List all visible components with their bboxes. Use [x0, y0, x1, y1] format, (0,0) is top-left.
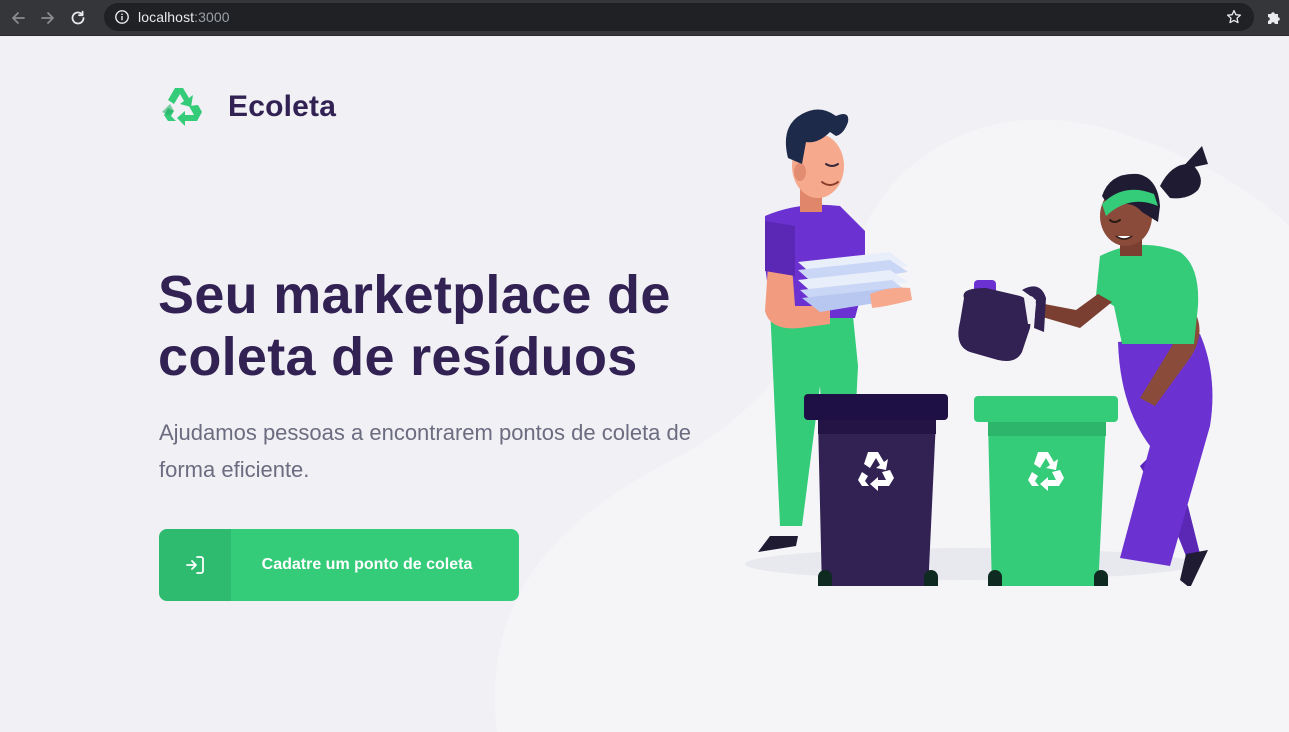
puzzle-icon: [1268, 12, 1280, 24]
browser-toolbar: localhost:3000: [0, 0, 1289, 36]
recycle-icon: [162, 88, 202, 126]
url-port: :3000: [194, 9, 230, 25]
log-in-icon: [186, 556, 204, 574]
register-point-label: Cadatre um ponto de coleta: [261, 556, 473, 573]
address-bar[interactable]: localhost:3000: [104, 3, 1254, 31]
logo[interactable]: Ecoleta: [158, 82, 336, 132]
bookmark-button[interactable]: [1226, 9, 1242, 30]
register-point-button[interactable]: Cadatre um ponto de coleta: [159, 529, 519, 601]
reload-icon: [71, 10, 85, 24]
star-icon: [1226, 9, 1242, 24]
url-host: localhost: [138, 9, 195, 25]
cta-icon-box: [159, 529, 231, 601]
forward-button[interactable]: [36, 6, 60, 30]
info-icon[interactable]: [114, 9, 130, 25]
extensions-button[interactable]: [1265, 8, 1283, 31]
arrow-right-icon: [41, 11, 54, 24]
hero-title: Seu marketplace de coleta de resíduos: [158, 265, 671, 387]
reload-button[interactable]: [66, 6, 90, 30]
recycling-illustration: [745, 109, 1213, 586]
landing-page: Ecoleta Seu marketplace de coleta de res…: [0, 36, 1289, 732]
url-text[interactable]: localhost:3000: [138, 9, 230, 25]
arrow-left-icon: [12, 11, 25, 24]
back-button[interactable]: [6, 6, 30, 30]
hero-subtitle: Ajudamos pessoas a encontrarem pontos de…: [159, 420, 691, 482]
logo-name: Ecoleta: [228, 90, 337, 123]
